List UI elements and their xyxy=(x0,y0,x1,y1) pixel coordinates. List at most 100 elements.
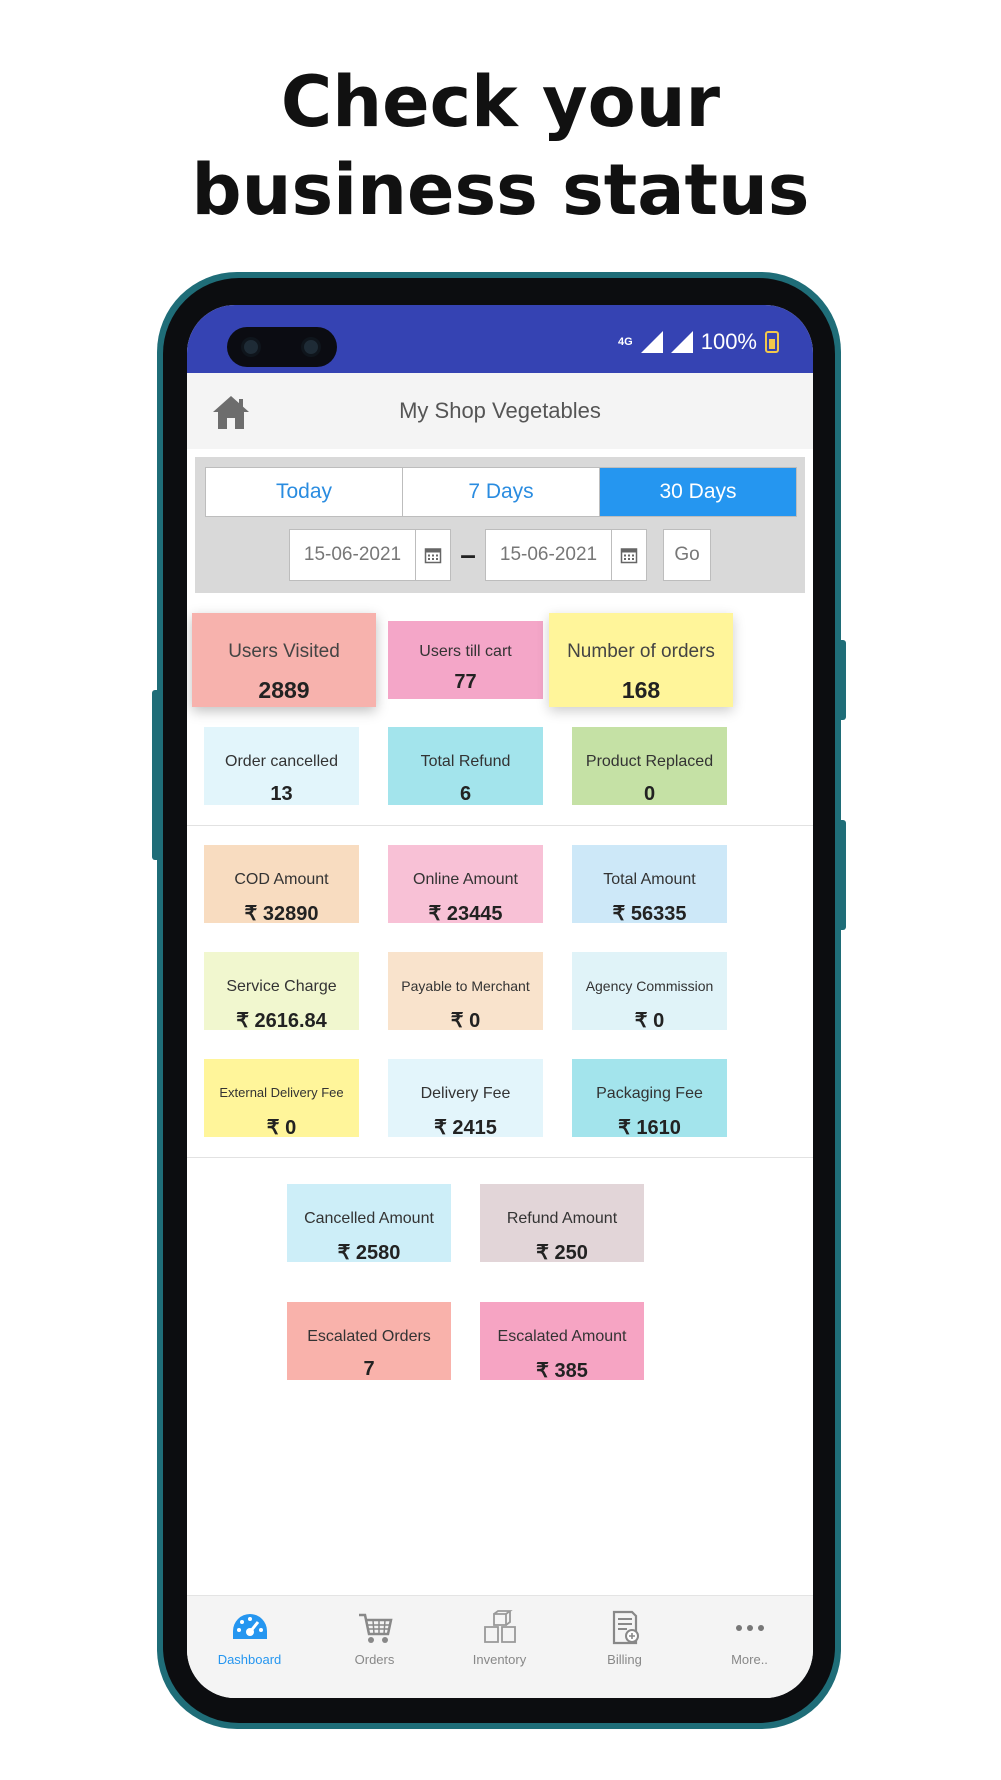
escalated-amount-value: ₹ 385 xyxy=(536,1360,588,1382)
battery-icon xyxy=(765,331,779,353)
escalated-amount-label: Escalated Amount xyxy=(497,1328,627,1345)
payable-to-merchant-label: Payable to Merchant xyxy=(401,978,530,994)
service-charge-value: ₹ 2616.84 xyxy=(236,1010,327,1032)
period-tabs: Today 7 Days 30 Days xyxy=(205,467,797,517)
camera-lens-right xyxy=(301,337,321,357)
tab-today[interactable]: Today xyxy=(206,468,403,516)
total-refund-label: Total Refund xyxy=(420,753,511,770)
agency-commission-value: ₹ 0 xyxy=(634,1010,665,1032)
battery-percent: 100% xyxy=(700,329,757,354)
boxes-icon xyxy=(483,1610,516,1643)
to-date-field[interactable]: 15-06-2021 xyxy=(485,529,647,581)
payable-to-merchant-value: ₹ 0 xyxy=(450,1010,481,1032)
signal-strength-icon xyxy=(670,331,693,353)
external-delivery-fee-card[interactable]: External Delivery Fee ₹ 0 xyxy=(204,1059,359,1139)
more-icon xyxy=(735,1625,764,1631)
users-till-cart-label: Users till cart xyxy=(419,643,512,660)
billing-icon xyxy=(612,1610,639,1645)
camera-cutout xyxy=(227,327,337,367)
online-amount-card[interactable]: Online Amount ₹ 23445 xyxy=(388,845,543,925)
product-replaced-value: 0 xyxy=(643,783,656,805)
dashboard-icon xyxy=(232,1614,267,1639)
from-date-value[interactable]: 15-06-2021 xyxy=(290,530,416,580)
order-cancelled-card[interactable]: Order cancelled 13 xyxy=(204,727,359,805)
total-refund-card[interactable]: Total Refund 6 xyxy=(388,727,543,805)
delivery-fee-label: Delivery Fee xyxy=(420,1085,511,1102)
product-replaced-card[interactable]: Product Replaced 0 xyxy=(572,727,727,805)
nav-inventory[interactable]: Inventory xyxy=(437,1610,562,1667)
nav-more[interactable]: More.. xyxy=(687,1610,812,1667)
headline-line-1: Check your xyxy=(280,61,721,143)
cart-icon xyxy=(358,1613,393,1643)
nav-billing-label: Billing xyxy=(607,1652,642,1667)
nav-dashboard-label: Dashboard xyxy=(217,1652,282,1667)
go-button[interactable]: Go xyxy=(663,529,711,581)
nav-orders-label: Orders xyxy=(354,1652,395,1667)
total-amount-label: Total Amount xyxy=(603,871,696,888)
escalated-orders-label: Escalated Orders xyxy=(307,1328,431,1345)
order-cancelled-label: Order cancelled xyxy=(225,753,338,770)
escalated-orders-card[interactable]: Escalated Orders 7 xyxy=(287,1302,451,1380)
cancelled-amount-card[interactable]: Cancelled Amount ₹ 2580 xyxy=(287,1184,451,1264)
order-cancelled-value: 13 xyxy=(270,783,293,805)
date-filter-panel: Today 7 Days 30 Days 15-06-2021 – 15-06-… xyxy=(195,457,805,593)
packaging-fee-value: ₹ 1610 xyxy=(618,1117,681,1139)
service-charge-label: Service Charge xyxy=(226,978,337,995)
escalated-amount-card[interactable]: Escalated Amount ₹ 385 xyxy=(480,1302,644,1382)
calendar-icon[interactable] xyxy=(416,530,450,580)
payable-to-merchant-card[interactable]: Payable to Merchant ₹ 0 xyxy=(388,952,543,1032)
shop-title: My Shop Vegetables xyxy=(399,398,601,423)
cancelled-amount-value: ₹ 2580 xyxy=(337,1242,401,1264)
nav-inventory-label: Inventory xyxy=(472,1652,527,1667)
total-amount-value: ₹ 56335 xyxy=(612,903,687,925)
users-till-cart-value: 77 xyxy=(454,671,477,693)
headline: Check your business status xyxy=(0,58,1001,234)
section-divider xyxy=(187,1157,813,1158)
number-of-orders-value: 168 xyxy=(621,677,661,703)
to-date-value[interactable]: 15-06-2021 xyxy=(486,530,612,580)
packaging-fee-label: Packaging Fee xyxy=(596,1085,703,1102)
cancelled-amount-label: Cancelled Amount xyxy=(304,1210,434,1227)
app-header: My Shop Vegetables xyxy=(187,373,813,449)
online-amount-label: Online Amount xyxy=(413,871,518,888)
tab-30-days[interactable]: 30 Days xyxy=(600,468,796,516)
total-amount-card[interactable]: Total Amount ₹ 56335 xyxy=(572,845,727,925)
network-type: 4G xyxy=(618,336,633,348)
users-visited-card[interactable]: Users Visited 2889 xyxy=(192,613,376,707)
date-separator: – xyxy=(460,539,476,570)
users-visited-label: Users Visited xyxy=(228,641,340,662)
service-charge-card[interactable]: Service Charge ₹ 2616.84 xyxy=(204,952,359,1032)
headline-line-2: business status xyxy=(191,149,810,231)
delivery-fee-card[interactable]: Delivery Fee ₹ 2415 xyxy=(388,1059,543,1139)
tab-7-days[interactable]: 7 Days xyxy=(403,468,600,516)
cod-amount-card[interactable]: COD Amount ₹ 32890 xyxy=(204,845,359,925)
nav-more-label: More.. xyxy=(731,1652,768,1667)
volume-button xyxy=(152,690,160,860)
escalated-orders-value: 7 xyxy=(363,1358,375,1380)
power-button xyxy=(838,820,846,930)
calendar-icon[interactable] xyxy=(612,530,646,580)
camera-lens-left xyxy=(241,337,261,357)
from-date-field[interactable]: 15-06-2021 xyxy=(289,529,451,581)
agency-commission-label: Agency Commission xyxy=(585,978,714,994)
agency-commission-card[interactable]: Agency Commission ₹ 0 xyxy=(572,952,727,1032)
nav-dashboard[interactable]: Dashboard xyxy=(187,1610,312,1667)
bottom-navigation: Dashboard Orders Inventory Billing More.… xyxy=(187,1595,813,1698)
refund-amount-label: Refund Amount xyxy=(506,1210,618,1227)
total-refund-value: 6 xyxy=(459,783,472,805)
number-of-orders-card[interactable]: Number of orders 168 xyxy=(549,613,733,707)
refund-amount-card[interactable]: Refund Amount ₹ 250 xyxy=(480,1184,644,1264)
number-of-orders-label: Number of orders xyxy=(567,641,715,662)
packaging-fee-card[interactable]: Packaging Fee ₹ 1610 xyxy=(572,1059,727,1139)
product-replaced-label: Product Replaced xyxy=(585,753,714,770)
status-bar: 4G 100% xyxy=(187,305,813,373)
home-icon[interactable] xyxy=(211,393,251,431)
cod-amount-value: ₹ 32890 xyxy=(244,903,319,925)
power-button-top xyxy=(838,640,846,720)
nav-billing[interactable]: Billing xyxy=(562,1610,687,1667)
nav-orders[interactable]: Orders xyxy=(312,1610,437,1667)
external-delivery-fee-label: External Delivery Fee xyxy=(219,1085,344,1100)
users-till-cart-card[interactable]: Users till cart 77 xyxy=(388,621,543,699)
external-delivery-fee-value: ₹ 0 xyxy=(266,1117,297,1139)
delivery-fee-value: ₹ 2415 xyxy=(434,1117,497,1139)
